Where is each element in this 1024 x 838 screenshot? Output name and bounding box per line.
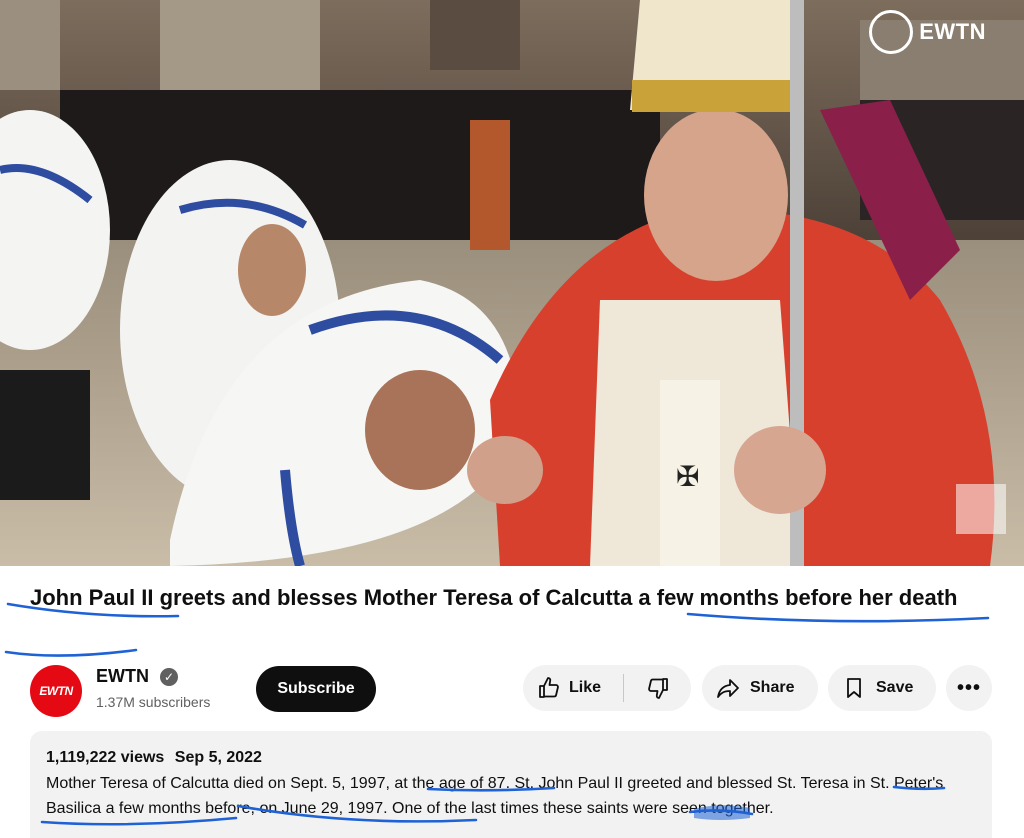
upload-date: Sep 5, 2022 — [174, 749, 262, 766]
subscriber-count: 1.37M subscribers — [96, 694, 211, 710]
thumbs-down-icon — [647, 678, 668, 699]
avatar[interactable]: EWTN — [30, 665, 82, 717]
more-actions-button[interactable]: ••• — [946, 665, 992, 711]
channel-row: EWTN EWTN ✓ 1.37M subscribers Subscribe … — [30, 660, 1000, 717]
bookmark-icon — [847, 678, 861, 698]
description-meta: 1,119,222 views Sep 5, 2022 — [46, 747, 976, 769]
view-count: 1,119,222 views — [46, 749, 165, 766]
channel-watermark-icon[interactable] — [956, 484, 1006, 534]
thumbs-up-icon — [539, 677, 559, 698]
ewtn-watermark: EWTN — [869, 10, 986, 54]
channel-name[interactable]: EWTN — [96, 666, 149, 687]
video-player[interactable]: ✠ EWTN — [0, 0, 1024, 566]
like-label: Like — [569, 679, 602, 696]
share-label: Share — [750, 679, 795, 696]
watermark-text: EWTN — [919, 19, 986, 44]
description-text: Mother Teresa of Calcutta died on Sept. … — [46, 775, 944, 817]
like-button[interactable]: Like — [523, 665, 623, 711]
verified-check-icon: ✓ — [160, 668, 178, 686]
dislike-button[interactable] — [624, 665, 691, 711]
youtube-watch-page: ✠ EWTN John Paul II greets and blesses M… — [0, 0, 1024, 838]
svg-text:✠: ✠ — [676, 460, 699, 493]
video-frame: ✠ — [0, 0, 1024, 566]
video-title: John Paul II greets and blesses Mother T… — [30, 585, 958, 610]
globe-icon — [869, 10, 914, 54]
like-dislike-group: Like — [523, 665, 691, 711]
save-button[interactable]: Save — [828, 665, 936, 711]
share-arrow-icon — [717, 679, 739, 698]
share-button[interactable]: Share — [702, 665, 818, 711]
save-label: Save — [876, 679, 914, 696]
description-box[interactable]: 1,119,222 views Sep 5, 2022 Mother Teres… — [30, 731, 992, 838]
subscribe-button[interactable]: Subscribe — [256, 666, 376, 712]
